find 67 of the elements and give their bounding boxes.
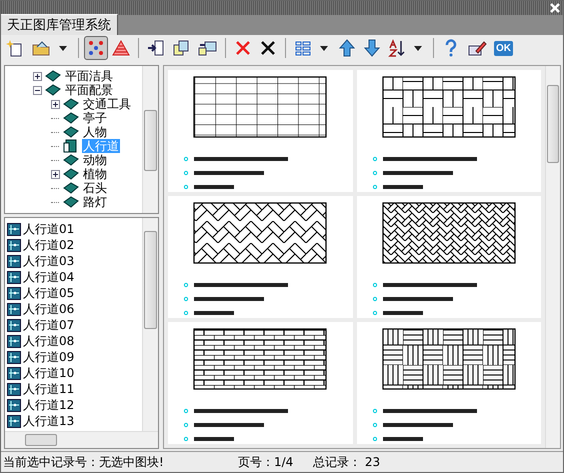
record-count: 总记录： 23: [313, 454, 380, 470]
block-icon: [7, 334, 21, 348]
swap-icon: [197, 39, 217, 57]
tree-item[interactable]: 亭子: [82, 111, 108, 125]
block-icon: [7, 398, 21, 412]
tree-item[interactable]: 交通工具: [82, 97, 132, 111]
list-item[interactable]: 人行道01: [7, 221, 140, 237]
expander-icon[interactable]: [51, 100, 63, 108]
list-item[interactable]: 人行道11: [7, 381, 140, 397]
dropdown-arrow-icon: [59, 46, 67, 50]
up-arrow-icon: [338, 39, 356, 57]
list-item[interactable]: 人行道02: [7, 237, 140, 253]
list-item[interactable]: 人行道06: [7, 301, 140, 317]
expander-icon[interactable]: [33, 86, 45, 94]
new-document-icon: [6, 39, 24, 57]
page-number: 页号：1/4: [238, 454, 294, 470]
block-icon: [7, 382, 21, 396]
edit-icon: [467, 39, 487, 57]
list-item[interactable]: 人行道13: [7, 413, 140, 429]
list-item[interactable]: 人行道07: [7, 317, 140, 333]
list-item[interactable]: 人行道10: [7, 365, 140, 381]
delete-icon: [234, 39, 252, 57]
tree-item[interactable]: 路灯: [82, 195, 108, 209]
close-icon: [259, 39, 277, 57]
grid-icon: [294, 39, 312, 57]
block-icon: [7, 318, 21, 332]
scrollbar[interactable]: [545, 66, 560, 448]
open-book-icon: [63, 139, 79, 153]
tree-item[interactable]: 人物: [82, 125, 108, 139]
block-icon: [7, 302, 21, 316]
document-arrow-icon: [147, 39, 165, 57]
tree-item[interactable]: 植物: [82, 167, 108, 181]
block-icon: [7, 350, 21, 364]
tree-item[interactable]: 石头: [82, 181, 108, 195]
scrollbar[interactable]: [142, 218, 158, 431]
down-arrow-icon: [363, 39, 381, 57]
list-item[interactable]: 人行道03: [7, 253, 140, 269]
scrollbar[interactable]: [5, 431, 158, 448]
tree-item[interactable]: 动物: [82, 153, 108, 167]
list-item[interactable]: 人行道04: [7, 269, 140, 285]
block-icon: [7, 270, 21, 284]
block-icon: [7, 254, 21, 268]
expander-icon[interactable]: [51, 170, 63, 178]
block-icon: [7, 238, 21, 252]
list-item[interactable]: 人行道12: [7, 397, 140, 413]
tree-item[interactable]: 平面洁具: [64, 69, 114, 83]
block-icon: [7, 222, 21, 236]
list-item[interactable]: 人行道09: [7, 349, 140, 365]
list-item[interactable]: 人行道05: [7, 285, 140, 301]
sort-icon: [388, 39, 406, 57]
block-icon: [7, 414, 21, 428]
expander-icon[interactable]: [33, 72, 45, 80]
ok-button[interactable]: OK: [491, 36, 516, 60]
dots-icon: [87, 39, 105, 57]
copy-icon: [172, 39, 190, 57]
tab[interactable]: 天正图库管理系统: [1, 14, 118, 35]
close-icon[interactable]: [549, 2, 561, 14]
status-text: 当前选中记录号：无选中图块!: [2, 454, 165, 470]
tree-item[interactable]: 平面配景: [64, 83, 114, 97]
block-icon: [7, 366, 21, 380]
block-icon: [7, 286, 21, 300]
folder-icon: [31, 39, 51, 57]
triangle-icon: [112, 39, 130, 57]
dropdown-arrow-icon: [414, 46, 422, 50]
dropdown-arrow-icon: [320, 46, 328, 50]
list-item[interactable]: 人行道08: [7, 333, 140, 349]
scrollbar[interactable]: [142, 66, 158, 213]
